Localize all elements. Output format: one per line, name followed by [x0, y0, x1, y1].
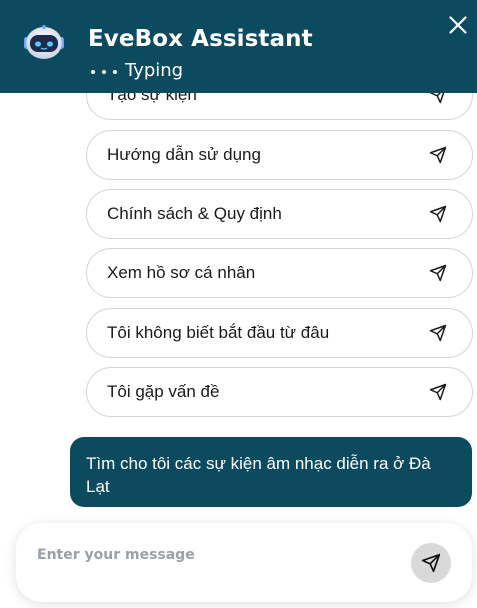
send-icon — [428, 263, 448, 283]
send-icon — [428, 382, 448, 402]
suggestion-label: Hướng dẫn sử dụng — [107, 145, 261, 164]
suggestion-profile[interactable]: Xem hồ sơ cá nhân — [86, 248, 473, 298]
send-icon — [428, 145, 448, 165]
close-button[interactable] — [445, 12, 471, 38]
suggestion-label: Tạo sự kiện — [107, 93, 197, 104]
status-text: Typing — [125, 60, 184, 81]
close-icon — [449, 16, 467, 34]
suggestion-create-event[interactable]: Tạo sự kiện — [86, 93, 473, 120]
message-composer — [16, 523, 472, 602]
suggestion-label: Tôi không biết bắt đầu từ đâu — [107, 323, 330, 342]
suggestion-label: Chính sách & Quy định — [107, 204, 282, 223]
typing-status: Typing — [91, 60, 183, 81]
send-icon — [421, 553, 441, 573]
chat-messages[interactable]: Tạo sự kiện Hướng dẫn sử dụng Chính sách… — [0, 93, 477, 521]
user-message-bubble: Tìm cho tôi các sự kiện âm nhạc diễn ra … — [70, 437, 472, 507]
send-icon — [428, 204, 448, 224]
send-icon — [428, 93, 448, 105]
suggestion-report-issue[interactable]: Tôi gặp vấn đề — [86, 367, 473, 417]
user-message-text: Tìm cho tôi các sự kiện âm nhạc diễn ra … — [86, 454, 431, 496]
suggestion-policy[interactable]: Chính sách & Quy định — [86, 189, 473, 239]
suggestion-label: Tôi gặp vấn đề — [107, 382, 220, 401]
message-input[interactable] — [37, 543, 397, 567]
suggestion-label: Xem hồ sơ cá nhân — [107, 263, 256, 282]
robot-icon — [20, 23, 68, 63]
suggestion-user-guide[interactable]: Hướng dẫn sử dụng — [86, 130, 473, 180]
typing-dots-icon — [91, 70, 117, 74]
chat-header: EveBox Assistant Typing — [0, 0, 477, 93]
assistant-title: EveBox Assistant — [88, 26, 313, 52]
send-icon — [428, 323, 448, 343]
send-button[interactable] — [411, 543, 451, 583]
suggestion-get-started[interactable]: Tôi không biết bắt đầu từ đâu — [86, 308, 473, 358]
